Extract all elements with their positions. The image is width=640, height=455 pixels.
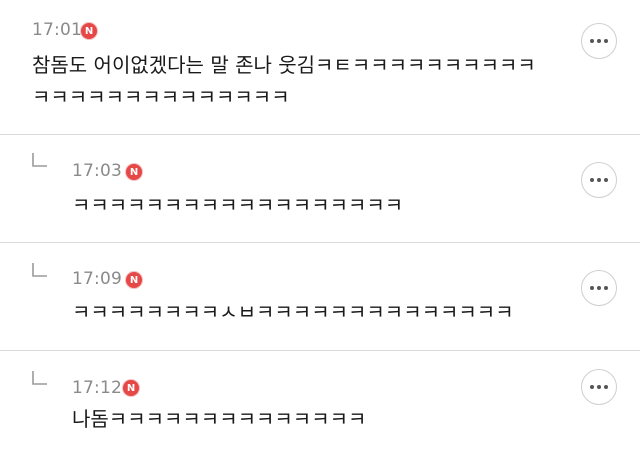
comment-timestamp: 17:12 [72, 378, 122, 398]
more-options-icon [590, 385, 608, 389]
more-options-icon [590, 178, 608, 182]
comment-text-line: ㅋㅋㅋㅋㅋㅋㅋㅋㅋㅋㅋㅋㅋㅋㅋㅋㅋㅋ [72, 193, 404, 217]
comment-timestamp: 17:01 [32, 20, 82, 40]
more-options-button[interactable] [581, 162, 617, 198]
more-options-icon [590, 39, 608, 43]
more-options-button[interactable] [581, 23, 617, 59]
n-badge-icon: N [122, 379, 140, 397]
comment-text-line: ㅋㅋㅋㅋㅋㅋㅋㅋㅅㅂㅋㅋㅋㅋㅋㅋㅋㅋㅋㅋㅋㅋㅋㅋ [72, 300, 514, 324]
reply-arrow-icon [32, 371, 47, 385]
more-options-icon [590, 286, 608, 290]
comment-item: 17:01 N 참돔도 어이없겠다는 말 존나 웃김ㅋㅌㅋㅋㅋㅋㅋㅋㅋㅋㅋㅋ ㅋ… [0, 0, 640, 134]
reply-arrow-icon [32, 153, 47, 167]
reply-comment-item: 17:03 N ㅋㅋㅋㅋㅋㅋㅋㅋㅋㅋㅋㅋㅋㅋㅋㅋㅋㅋ [0, 135, 640, 242]
comment-timestamp: 17:09 [72, 269, 122, 289]
n-badge-icon: N [80, 22, 98, 40]
more-options-button[interactable] [581, 369, 617, 405]
n-badge-icon: N [125, 163, 143, 181]
comment-text-line: ㅋㅋㅋㅋㅋㅋㅋㅋㅋㅋㅋㅋㅋㅋ [32, 85, 290, 109]
reply-arrow-icon [32, 263, 47, 277]
more-options-button[interactable] [581, 270, 617, 306]
reply-comment-item: 17:12 N 나돔ㅋㅋㅋㅋㅋㅋㅋㅋㅋㅋㅋㅋㅋㅋ [0, 351, 640, 455]
reply-comment-item: 17:09 N ㅋㅋㅋㅋㅋㅋㅋㅋㅅㅂㅋㅋㅋㅋㅋㅋㅋㅋㅋㅋㅋㅋㅋㅋ [0, 243, 640, 350]
comment-timestamp: 17:03 [72, 161, 122, 181]
n-badge-icon: N [125, 271, 143, 289]
comment-text-line: 참돔도 어이없겠다는 말 존나 웃김ㅋㅌㅋㅋㅋㅋㅋㅋㅋㅋㅋㅋ [32, 53, 536, 77]
comment-text-line: 나돔ㅋㅋㅋㅋㅋㅋㅋㅋㅋㅋㅋㅋㅋㅋ [72, 407, 367, 431]
